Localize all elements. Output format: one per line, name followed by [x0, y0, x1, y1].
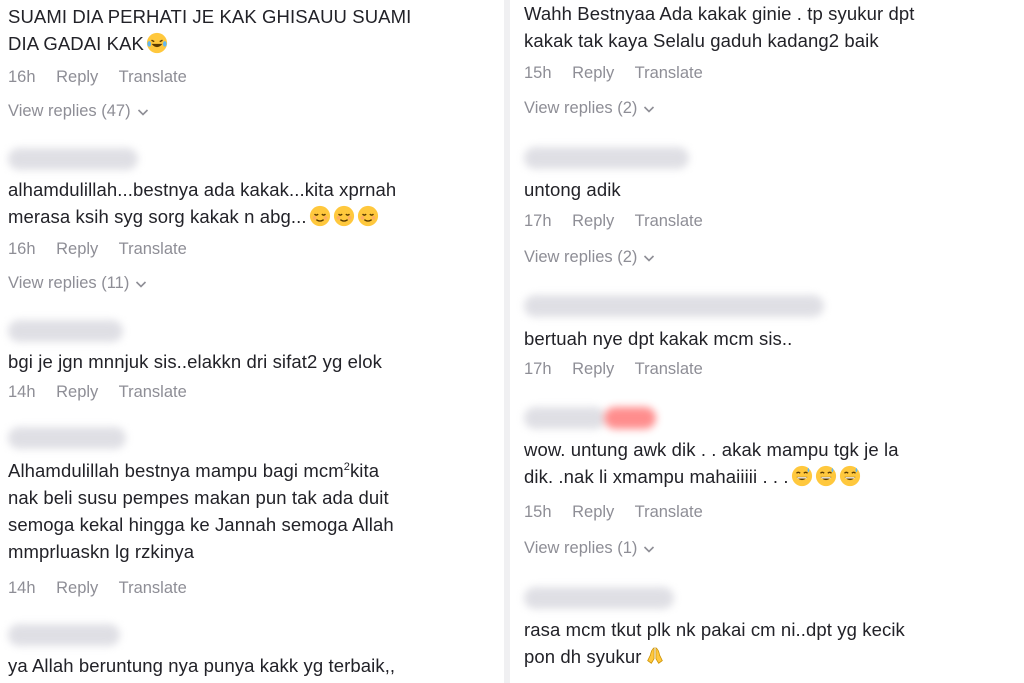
view-replies-button[interactable]: View replies (47): [8, 102, 149, 121]
comment-meta: 15h Reply Translate: [524, 64, 719, 83]
comment-text: untong adik: [524, 179, 621, 200]
comment-text: wow. untung awk dik . . akak mampu tgk j…: [524, 439, 899, 487]
blurred-badge: [604, 407, 656, 429]
comment-meta: 16h Reply Translate: [8, 240, 203, 259]
timestamp: 17h: [524, 360, 552, 378]
view-replies-button[interactable]: View replies (1): [524, 539, 655, 558]
relieved-face-emoji-icon: [357, 205, 378, 227]
column-divider: [504, 0, 510, 683]
comment-text: bertuah nye dpt kakak mcm sis..: [524, 328, 793, 349]
grinning-sweat-emoji-icon: [839, 465, 860, 487]
chevron-down-icon: [644, 545, 655, 553]
view-replies-button[interactable]: View replies (11): [8, 274, 147, 293]
translate-button[interactable]: Translate: [635, 64, 703, 82]
view-replies-button[interactable]: View replies (2): [524, 99, 655, 118]
reply-button[interactable]: Reply: [56, 68, 98, 86]
comment-text: alhamdulillah...bestnya ada kakak...kita…: [8, 179, 397, 227]
chevron-down-icon: [136, 280, 147, 288]
grinning-sweat-emoji-icon: [815, 465, 836, 487]
praying-hands-emoji-icon: [646, 647, 663, 664]
comment-text: SUAMI DIA PERHATI JE KAK GHISAUU SUAMI D…: [8, 6, 412, 54]
relieved-face-emoji-icon: [309, 205, 330, 227]
blurred-username[interactable]: [524, 587, 674, 609]
comment-text: bgi je jgn mnnjuk sis..elakkn dri sifat2…: [8, 351, 382, 372]
reply-button[interactable]: Reply: [572, 64, 614, 82]
blurred-username[interactable]: [524, 147, 689, 169]
view-replies-button[interactable]: View replies (2): [524, 248, 655, 267]
timestamp: 17h: [524, 212, 552, 230]
translate-button[interactable]: Translate: [635, 212, 703, 230]
translate-button[interactable]: Translate: [119, 383, 187, 401]
blurred-username[interactable]: [8, 427, 126, 449]
comment-meta: 16h Reply Translate: [8, 68, 203, 87]
blurred-username[interactable]: [8, 148, 138, 170]
timestamp: 14h: [8, 383, 36, 401]
comment-meta: 17h Reply Translate: [524, 212, 719, 231]
comments-column-left: SUAMI DIA PERHATI JE KAK GHISAUU SUAMI D…: [0, 0, 500, 683]
comment-meta: 17h Reply Translate: [524, 360, 719, 379]
timestamp: 16h: [8, 240, 36, 258]
grinning-sweat-emoji-icon: [791, 465, 812, 487]
chevron-down-icon: [644, 105, 655, 113]
laughing-tears-emoji-icon: [146, 32, 168, 54]
comments-column-right: Wahh Bestnyaa Ada kakak ginie . tp syuku…: [512, 0, 1024, 683]
translate-button[interactable]: Translate: [119, 68, 187, 86]
translate-button[interactable]: Translate: [635, 360, 703, 378]
blurred-username[interactable]: [524, 295, 824, 317]
comments-screenshot: SUAMI DIA PERHATI JE KAK GHISAUU SUAMI D…: [0, 0, 1024, 683]
translate-button[interactable]: Translate: [119, 579, 187, 597]
reply-button[interactable]: Reply: [56, 240, 98, 258]
blurred-username[interactable]: [8, 320, 123, 342]
comment-text: Alhamdulillah bestnya mampu bagi mcm2kit…: [8, 460, 394, 562]
comment-meta: 14h Reply Translate: [8, 383, 203, 402]
relieved-face-emoji-icon: [333, 205, 354, 227]
chevron-down-icon: [644, 254, 655, 262]
reply-button[interactable]: Reply: [572, 503, 614, 521]
comment-meta: 15h Reply Translate: [524, 503, 719, 522]
comment-text: Wahh Bestnyaa Ada kakak ginie . tp syuku…: [524, 3, 915, 51]
reply-button[interactable]: Reply: [572, 212, 614, 230]
translate-button[interactable]: Translate: [635, 503, 703, 521]
comment-text: ya Allah beruntung nya punya kakk yg ter…: [8, 655, 396, 676]
comment-meta: 14h Reply Translate: [8, 579, 203, 598]
reply-button[interactable]: Reply: [572, 360, 614, 378]
reply-button[interactable]: Reply: [56, 383, 98, 401]
timestamp: 16h: [8, 68, 36, 86]
blurred-username[interactable]: [524, 407, 606, 429]
timestamp: 15h: [524, 64, 552, 82]
comment-text: rasa mcm tkut plk nk pakai cm ni..dpt yg…: [524, 619, 905, 667]
timestamp: 15h: [524, 503, 552, 521]
timestamp: 14h: [8, 579, 36, 597]
reply-button[interactable]: Reply: [56, 579, 98, 597]
blurred-username[interactable]: [8, 624, 120, 646]
chevron-down-icon: [137, 108, 148, 116]
translate-button[interactable]: Translate: [119, 240, 187, 258]
